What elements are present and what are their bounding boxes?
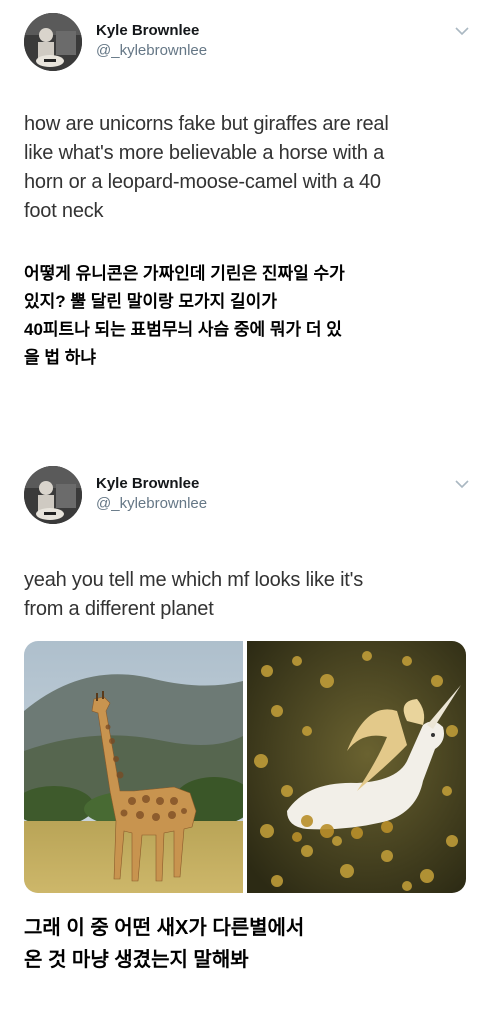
caption-line: 40피트나 되는 표범무늬 사슴 중에 뭐가 더 있 (24, 320, 342, 339)
caption-line: 그래 이 중 어떤 새X가 다른별에서 (24, 917, 305, 939)
korean-caption-2: 그래 이 중 어떤 새X가 다른별에서 온 것 마냥 생겼는지 말해봐 (24, 912, 304, 976)
avatar-photo (24, 13, 82, 71)
tweet-text-line: from a different planet (24, 598, 214, 620)
tweet-text-line: how are unicorns fake but giraffes are r… (24, 113, 389, 135)
avatar-photo (24, 466, 82, 524)
chevron-down-icon[interactable] (454, 478, 470, 490)
avatar[interactable] (24, 13, 82, 71)
caption-line: 온 것 마냥 생겼는지 말해봐 (24, 949, 249, 971)
tweet-text-line: yeah you tell me which mf looks like it'… (24, 569, 364, 591)
unicorn-image (247, 641, 466, 893)
author-handle[interactable]: @_kylebrownlee (96, 495, 207, 512)
tweet-1-text: how are unicorns fake but giraffes are r… (24, 110, 474, 226)
author-handle[interactable]: @_kylebrownlee (96, 42, 207, 59)
caption-line: 을 법 하냐 (24, 348, 97, 367)
tweet-media-grid (24, 641, 466, 893)
caption-line: 있지? 뿔 달린 말이랑 모가지 길이가 (24, 292, 277, 311)
korean-caption-1: 어떻게 유니콘은 가짜인데 기린은 진짜일 수가 있지? 뿔 달린 말이랑 모가… (24, 260, 345, 372)
tweet-text-line: like what's more believable a horse with… (24, 142, 385, 164)
tweet-text-line: foot neck (24, 200, 104, 222)
caption-line: 어떻게 유니콘은 가짜인데 기린은 진짜일 수가 (24, 264, 345, 283)
tweet-text-line: horn or a leopard-moose-camel with a 40 (24, 171, 381, 193)
author-name[interactable]: Kyle Brownlee (96, 22, 199, 39)
tweet-1-header: Kyle Brownlee @_kylebrownlee (24, 13, 470, 73)
avatar[interactable] (24, 466, 82, 524)
author-name[interactable]: Kyle Brownlee (96, 475, 199, 492)
giraffe-photo[interactable] (24, 641, 243, 893)
unicorn-photo[interactable] (247, 641, 466, 893)
tweet-2-text: yeah you tell me which mf looks like it'… (24, 566, 474, 624)
giraffe-image (24, 641, 243, 893)
chevron-down-icon[interactable] (454, 25, 470, 37)
tweet-2-header: Kyle Brownlee @_kylebrownlee (24, 466, 470, 526)
